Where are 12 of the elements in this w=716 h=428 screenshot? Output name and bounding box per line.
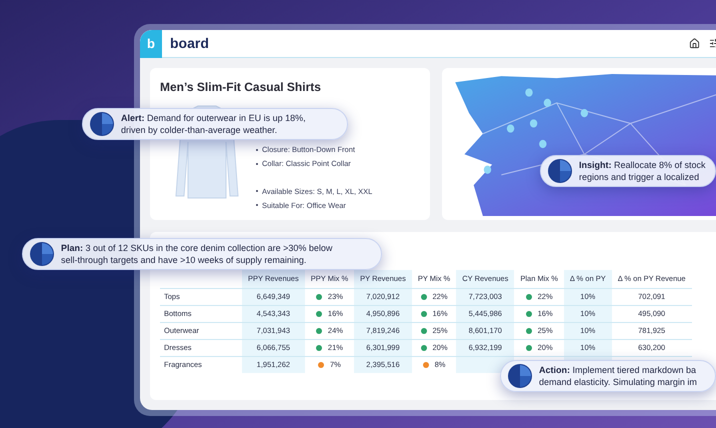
pie-chart-icon	[89, 111, 115, 137]
pie-chart-icon	[507, 363, 533, 389]
logo-text: board	[170, 34, 209, 53]
pie-chart-icon	[547, 158, 573, 184]
callout-text: Alert: Demand for outerwear in EU is up 18%, driven by colder-than-average weather.	[121, 112, 306, 136]
home-icon[interactable]	[689, 38, 700, 49]
product-title: Men’s Slim-Fit Casual Shirts	[160, 79, 322, 96]
callout-text: Action: Implement tiered markdown ba demand elasticity. Simulating margin im	[539, 364, 697, 388]
logo-tile: b	[140, 30, 162, 58]
callout-text: Insight: Reallocate 8% of stock regions and trigger a localized	[579, 159, 706, 183]
pie-chart-icon	[29, 241, 55, 267]
callout-text: Plan: 3 out of 12 SKUs in the core denim collection are >30% below sell-through targets and have >10 weeks of supply remaining.	[61, 242, 332, 266]
